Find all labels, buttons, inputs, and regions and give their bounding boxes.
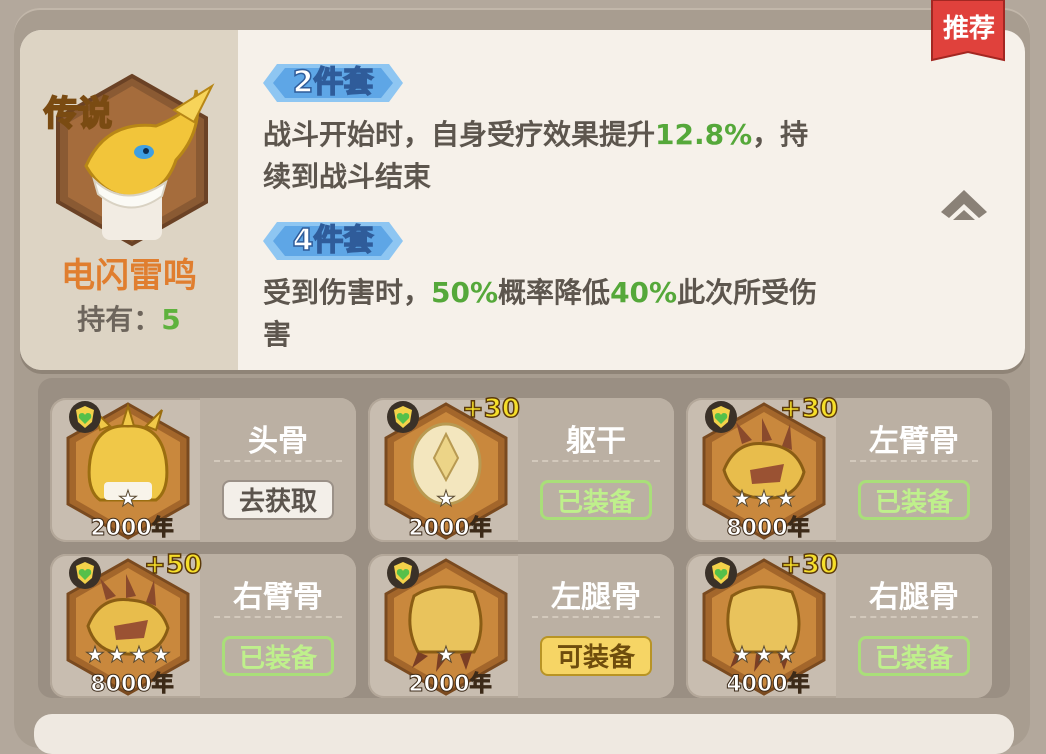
equipment-card[interactable]: ★ 2000年 左腿骨可装备 (368, 554, 674, 698)
two-piece-value: 12.8% (655, 118, 753, 151)
star-icon: ★ (151, 643, 171, 668)
equipment-portrait: ★ +30 2000年 (378, 393, 521, 542)
divider (850, 616, 978, 618)
equip-action-button[interactable]: 已装备 (222, 636, 334, 676)
four-piece-line-1: 受到伤害时，50%概率降低40%此次所受伤 (263, 272, 903, 314)
star-icon: ★ (732, 487, 752, 512)
next-card-edge (34, 714, 1014, 754)
four-piece-text-c: 此次所受伤 (677, 276, 818, 309)
equipment-name: 躯干 (566, 424, 626, 459)
four-piece-tag: 4件套 (263, 222, 403, 260)
age-years: 2000年 (408, 516, 492, 542)
owned-count: 5 (161, 303, 181, 336)
equipment-card[interactable]: ★ ★ ★ ★ +50 8000年 右臂骨 已装备 (50, 549, 356, 698)
star-icon: ★ (436, 487, 456, 512)
collapse-chevron-icon[interactable] (937, 182, 991, 226)
equipment-card[interactable]: ★ 2000年 头骨去获取 (50, 398, 356, 542)
four-piece-text-a: 受到伤害时， (263, 276, 432, 309)
two-piece-line-2: 续到战斗结束 (263, 160, 432, 193)
equip-action-button[interactable]: 可装备 (540, 636, 652, 676)
equipment-portrait: ★ ★ ★ +30 8000年 (696, 393, 839, 542)
equipment-name: 右腿骨 (869, 580, 959, 615)
equipment-name: 左腿骨 (551, 580, 641, 615)
two-piece-tag: 2件套 (263, 64, 403, 102)
shield-heart-icon (387, 401, 419, 433)
equipment-name: 头骨 (248, 424, 308, 459)
star-icon: ★ (129, 643, 149, 668)
owned-label: 持有： (77, 303, 162, 336)
age-years: 8000年 (90, 672, 174, 698)
shield-heart-icon (705, 401, 737, 433)
owned-count-row: 持有：5 (20, 298, 238, 338)
equipment-card[interactable]: ★ +30 2000年 躯干已装备 (368, 393, 674, 542)
shield-heart-icon (69, 557, 101, 589)
age-years: 2000年 (90, 516, 174, 542)
star-icon: ★ (118, 487, 138, 512)
star-icon: ★ (732, 643, 752, 668)
equip-action-button[interactable]: 去获取 (222, 480, 334, 520)
four-piece-chance: 50% (431, 276, 499, 309)
equip-action-button[interactable]: 已装备 (858, 480, 970, 520)
equipment-portrait: ★ ★ ★ +30 4000年 (696, 549, 839, 698)
star-icon: ★ (754, 643, 774, 668)
set-info-card: 传说 电闪雷鸣 持有：5 2件套 战斗开始时，自身受疗效果提升12.8%，持 续… (20, 30, 1025, 370)
enhance-level: +30 (461, 393, 520, 425)
equipment-card[interactable]: ★ ★ ★ +30 8000年 左臂骨 已装备 (686, 393, 992, 542)
four-piece-text-b: 概率降低 (498, 276, 611, 309)
star-icon: ★ (436, 643, 456, 668)
star-icon: ★ (754, 487, 774, 512)
star-icon: ★ (85, 643, 105, 668)
shield-heart-icon (69, 401, 101, 433)
equipment-name: 左臂骨 (869, 424, 959, 459)
enhance-level: +50 (143, 549, 202, 581)
equipment-portrait: ★ 2000年 (378, 556, 514, 698)
star-icon: ★ (776, 487, 796, 512)
two-piece-text-b: ，持 (752, 118, 809, 151)
equipment-portrait: ★ 2000年 (60, 400, 196, 542)
four-piece-tag-label: 4件套 (292, 222, 374, 259)
age-years: 2000年 (408, 672, 492, 698)
equipment-name: 右臂骨 (233, 580, 323, 615)
enhance-level: +30 (779, 393, 838, 425)
set-name: 电闪雷鸣 (61, 256, 197, 296)
two-piece-tag-label: 2件套 (292, 64, 374, 101)
divider (214, 460, 342, 462)
star-icon: ★ (776, 643, 796, 668)
divider (532, 460, 660, 462)
set-portrait-panel: 传说 电闪雷鸣 持有：5 (20, 30, 238, 370)
four-piece-bonus-text: 受到伤害时，50%概率降低40%此次所受伤 害 (263, 272, 903, 356)
two-piece-line-1: 战斗开始时，自身受疗效果提升12.8%，持 (263, 114, 903, 156)
age-years: 8000年 (726, 516, 810, 542)
recommend-label: 推荐 (942, 14, 995, 44)
equipment-card[interactable]: ★ ★ ★ +30 4000年 右腿骨 已装备 (686, 549, 992, 698)
enhance-level: +30 (779, 549, 838, 581)
star-icon: ★ (107, 643, 127, 668)
divider (532, 616, 660, 618)
equipment-portrait: ★ ★ ★ ★ +50 8000年 (60, 549, 203, 698)
rarity-label: 传说 (43, 93, 113, 135)
divider (214, 616, 342, 618)
equip-action-button[interactable]: 已装备 (858, 636, 970, 676)
two-piece-text-a: 战斗开始时，自身受疗效果提升 (263, 118, 656, 151)
four-piece-reduction: 40% (610, 276, 678, 309)
shield-heart-icon (705, 557, 737, 589)
four-piece-line-2: 害 (263, 318, 292, 351)
shield-heart-icon (387, 557, 419, 589)
age-years: 4000年 (726, 672, 810, 698)
two-piece-bonus-text: 战斗开始时，自身受疗效果提升12.8%，持 续到战斗结束 (263, 114, 903, 198)
recommend-badge: 推荐 (928, 0, 1008, 70)
divider (850, 460, 978, 462)
equip-action-button[interactable]: 已装备 (540, 480, 652, 520)
